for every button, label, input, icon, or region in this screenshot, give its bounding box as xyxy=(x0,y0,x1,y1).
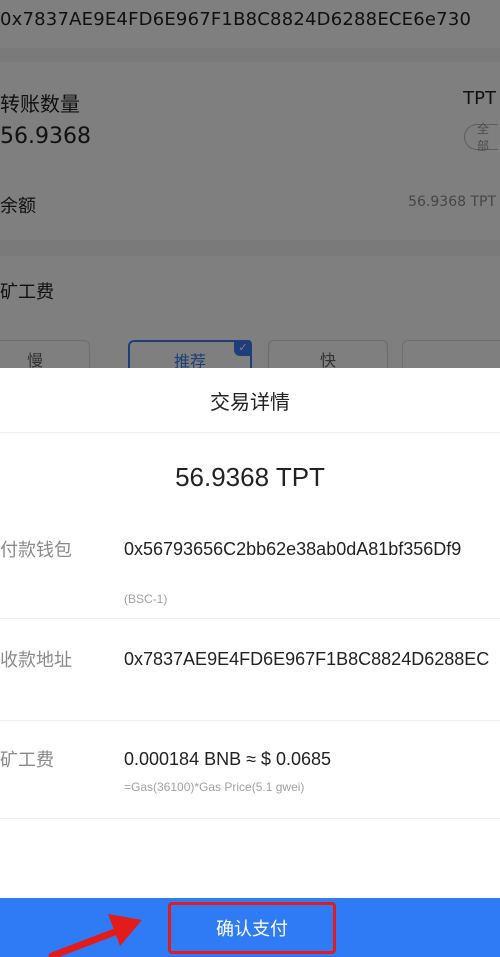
pay-wallet-network: (BSC-1) xyxy=(124,592,168,606)
receive-address: 0x7837AE9E4FD6E967F1B8C8824D6288EC xyxy=(124,649,490,669)
red-arrow-annotation xyxy=(48,914,142,957)
transaction-amount: 56.9368 TPT xyxy=(175,462,325,492)
pay-wallet-address: 0x56793656C2bb62e38ab0dA81bf356Df9 xyxy=(124,539,462,559)
fee-row-label: 矿工费 xyxy=(0,750,54,771)
fee-amount: 0.000184 BNB ≈ $ 0.0685 xyxy=(124,749,332,769)
fee-row: 矿工费 0.000184 BNB ≈ $ 0.0685 =Gas(36100)*… xyxy=(0,724,500,819)
pay-wallet-label: 付款钱包 xyxy=(0,540,72,561)
sheet-title: 交易详情 xyxy=(0,368,500,433)
fee-formula: =Gas(36100)*Gas Price(5.1 gwei) xyxy=(124,780,305,794)
pay-wallet-row: 付款钱包 0x56793656C2bb62e38ab0dA81bf356Df9 … xyxy=(0,514,500,619)
confirm-pay-button[interactable]: 确认支付 xyxy=(168,902,336,954)
receive-address-label: 收款地址 xyxy=(0,650,72,671)
transaction-details-sheet: 交易详情 56.9368 TPT 付款钱包 0x56793656C2bb62e3… xyxy=(0,368,500,957)
receive-address-row: 收款地址 0x7837AE9E4FD6E967F1B8C8824D6288EC xyxy=(0,624,500,721)
